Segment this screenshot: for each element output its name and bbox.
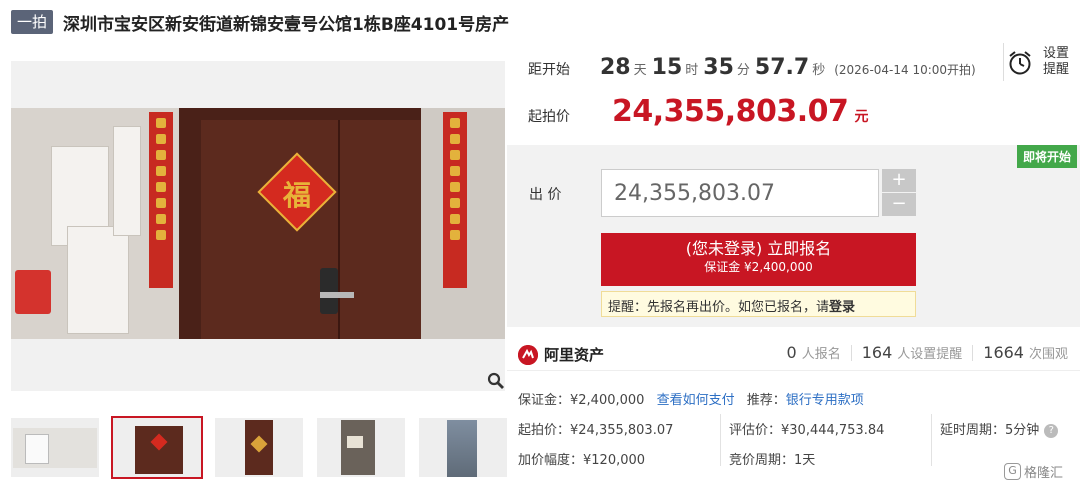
start-price-value: 24,355,803.07 [612, 94, 849, 129]
start-price: 起拍价 24,355,803.07 元 [528, 94, 868, 129]
recommend-label: 推荐： [746, 393, 786, 408]
page-title: 深圳市宝安区新安街道新锦安壹号公馆1栋B座4101号房产 [63, 14, 510, 35]
alarm-clock-icon [1008, 50, 1032, 75]
countdown-hours: 15 [651, 55, 683, 80]
thumbnail-strip [11, 416, 507, 479]
auction-stats: 0 人报名 164 人设置提醒 1664 次围观 [787, 343, 1069, 362]
register-deposit: 保证金 ¥2,400,000 [704, 260, 813, 274]
watch-count-label: 次围观 [1028, 347, 1068, 362]
thumbnail-5[interactable] [419, 418, 507, 477]
auction-round-badge: 一拍 [11, 10, 54, 34]
registered-label: 人报名 [801, 347, 841, 362]
reminder-count: 164 [861, 343, 893, 362]
start-price-label: 起拍价 [528, 109, 570, 125]
detail-start-price: 起拍价：¥24,355,803.07 [518, 423, 674, 438]
login-link[interactable]: 登录 [829, 300, 855, 315]
deposit-text: 保证金：¥2,400,000 [518, 393, 645, 408]
platform-stats-row: 阿里资产 0 人报名 164 人设置提醒 1664 次围观 [507, 335, 1080, 371]
watch-count: 1664 [983, 343, 1024, 362]
title-row: 一拍 深圳市宝安区新安街道新锦安壹号公馆1栋B座4101号房产 [11, 9, 509, 35]
property-photo: 福 [11, 108, 505, 339]
countdown: 距开始 28 天 15 时 35 分 57.7 秒 (2026-04-14 10… [528, 55, 976, 80]
thumbnail-3[interactable] [215, 418, 303, 477]
platform-name: 阿里资产 [544, 346, 605, 364]
tip-box: 提醒：先报名再出价。如您已报名，请登录 [601, 291, 916, 317]
watermark-logo-icon: G [1004, 463, 1021, 480]
platform-logo[interactable]: 阿里资产 [518, 344, 604, 365]
ali-assets-icon [518, 344, 538, 365]
tip-text: 提醒：先报名再出价。如您已报名，请 [608, 300, 830, 315]
decrease-bid-button[interactable]: − [882, 193, 916, 216]
help-icon[interactable]: ? [1044, 424, 1059, 438]
set-reminder-button[interactable]: 设置提醒 [1003, 43, 1073, 81]
zoom-icon[interactable] [487, 372, 505, 390]
thumbnail-1[interactable] [11, 418, 99, 477]
register-label: (您未登录) 立即报名 [685, 239, 832, 258]
main-photo-viewer[interactable]: 福 [11, 61, 505, 391]
deposit-info: 保证金：¥2,400,000 查看如何支付 推荐：银行专用款项 [518, 389, 864, 408]
watermark-text: 格隆汇 [1024, 466, 1064, 481]
reminder-count-label: 人设置提醒 [897, 347, 963, 362]
start-price-unit: 元 [854, 109, 869, 125]
watermark: G 格隆汇 [1004, 462, 1063, 481]
appraisal-price: 评估价：¥30,444,753.84 [729, 423, 885, 438]
start-time-note: (2026-04-14 10:00开拍) [834, 63, 976, 77]
bid-increment: 加价幅度：¥120,000 [518, 453, 646, 468]
delay-period-text: 延时周期：5分钟 [940, 423, 1040, 438]
countdown-days-unit: 天 [633, 63, 647, 78]
bid-panel: 即将开始 出 价 24,355,803.07 + − (您未登录) 立即报名 保… [507, 145, 1080, 327]
how-to-pay-link[interactable]: 查看如何支付 [657, 393, 735, 408]
countdown-minutes-unit: 分 [736, 63, 750, 78]
thumbnail-2[interactable] [111, 416, 203, 479]
countdown-minutes: 35 [703, 55, 734, 80]
bank-payment-link[interactable]: 银行专用款项 [786, 393, 864, 408]
delay-period: 延时周期：5分钟? [940, 419, 1059, 438]
thumbnail-4[interactable] [317, 418, 405, 477]
bid-period: 竞价周期：1天 [729, 453, 816, 468]
increase-bid-button[interactable]: + [882, 169, 916, 192]
countdown-days: 28 [600, 55, 631, 80]
register-button[interactable]: (您未登录) 立即报名 保证金 ¥2,400,000 [601, 233, 916, 286]
bid-amount-input[interactable]: 24,355,803.07 [601, 169, 879, 217]
countdown-seconds: 57.7 [754, 55, 810, 80]
registered-count: 0 [786, 343, 797, 362]
bid-label: 出 价 [529, 187, 562, 203]
countdown-hours-unit: 时 [685, 63, 699, 78]
set-reminder-label: 设置提醒 [1043, 46, 1070, 77]
countdown-seconds-unit: 秒 [812, 63, 826, 78]
status-badge: 即将开始 [1016, 145, 1077, 168]
countdown-label: 距开始 [528, 62, 570, 78]
